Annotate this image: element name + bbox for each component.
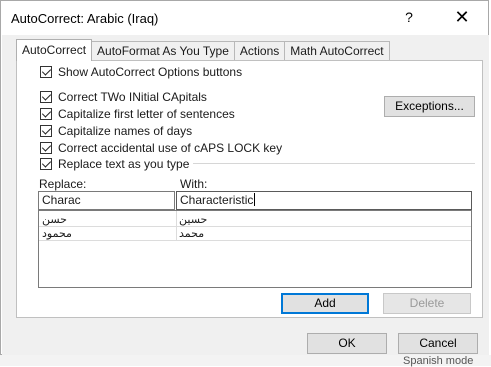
with-input[interactable]: Characteristic (176, 191, 472, 210)
checkbox-label: Capitalize first letter of sentences (58, 107, 235, 121)
delete-button[interactable]: Delete (383, 293, 471, 314)
with-input-value: Characteristic (180, 193, 254, 207)
checkbox-box[interactable] (40, 158, 52, 170)
checkbox-label: Capitalize names of days (58, 124, 193, 138)
dialog-title: AutoCorrect: Arabic (Iraq) (11, 11, 159, 26)
checkbox-box[interactable] (40, 108, 52, 120)
replace-input-value: Charac (42, 193, 81, 207)
checkbox-label: Show AutoCorrect Options buttons (58, 65, 243, 79)
correct-two-initial-caps-checkbox[interactable]: Correct TWo INitial CApitals (40, 90, 207, 104)
with-label: With: (180, 177, 208, 191)
tab-actions[interactable]: Actions (233, 41, 286, 60)
show-autocorrect-options-checkbox[interactable]: Show AutoCorrect Options buttons (40, 65, 242, 79)
replacement-list[interactable]: حسن حسين محمود محمد (38, 210, 472, 288)
checkbox-label: Correct TWo INitial CApitals (58, 90, 207, 104)
text-caret (254, 193, 256, 206)
capitalize-first-letter-checkbox[interactable]: Capitalize first letter of sentences (40, 107, 235, 121)
checkbox-box[interactable] (40, 66, 52, 78)
replace-label: Replace: (39, 177, 87, 191)
group-divider (175, 163, 475, 164)
correct-caps-lock-checkbox[interactable]: Correct accidental use of cAPS LOCK key (40, 141, 282, 155)
tab-autocorrect[interactable]: AutoCorrect (16, 39, 93, 61)
list-item[interactable]: حسن حسين (39, 213, 471, 227)
background-window-text: Spanish mode (403, 355, 474, 367)
ok-button[interactable]: OK (307, 333, 387, 354)
replace-input[interactable]: Charac (38, 191, 175, 210)
checkbox-box[interactable] (40, 125, 52, 137)
autocorrect-dialog: AutoCorrect: Arabic (Iraq) ? ✕ AutoCorre… (0, 0, 489, 355)
list-item[interactable]: محمود محمد (39, 227, 471, 241)
checkbox-box[interactable] (40, 91, 52, 103)
cancel-button[interactable]: Cancel (398, 333, 478, 354)
checkbox-label: Replace text as you type (58, 157, 190, 171)
tab-strip: AutoCorrect AutoFormat As You Type Actio… (16, 39, 390, 61)
entry-with-text: حسين (179, 214, 208, 226)
replace-text-as-you-type-checkbox[interactable]: Replace text as you type (40, 157, 194, 171)
add-button[interactable]: Add (281, 293, 369, 314)
close-button[interactable]: ✕ (447, 5, 477, 29)
capitalize-day-names-checkbox[interactable]: Capitalize names of days (40, 124, 192, 138)
exceptions-button[interactable]: Exceptions... (384, 96, 475, 117)
help-button[interactable]: ? (396, 5, 422, 29)
entry-replace-text: حسن (42, 214, 67, 226)
checkbox-label: Correct accidental use of cAPS LOCK key (58, 141, 283, 155)
tab-math-autocorrect[interactable]: Math AutoCorrect (284, 41, 390, 60)
entry-with-text: محمد (179, 228, 205, 240)
title-bar[interactable]: AutoCorrect: Arabic (Iraq) ? ✕ (1, 1, 488, 35)
entry-replace-text: محمود (42, 228, 72, 240)
checkbox-box[interactable] (40, 142, 52, 154)
tab-autoformat-as-you-type[interactable]: AutoFormat As You Type (91, 41, 235, 60)
